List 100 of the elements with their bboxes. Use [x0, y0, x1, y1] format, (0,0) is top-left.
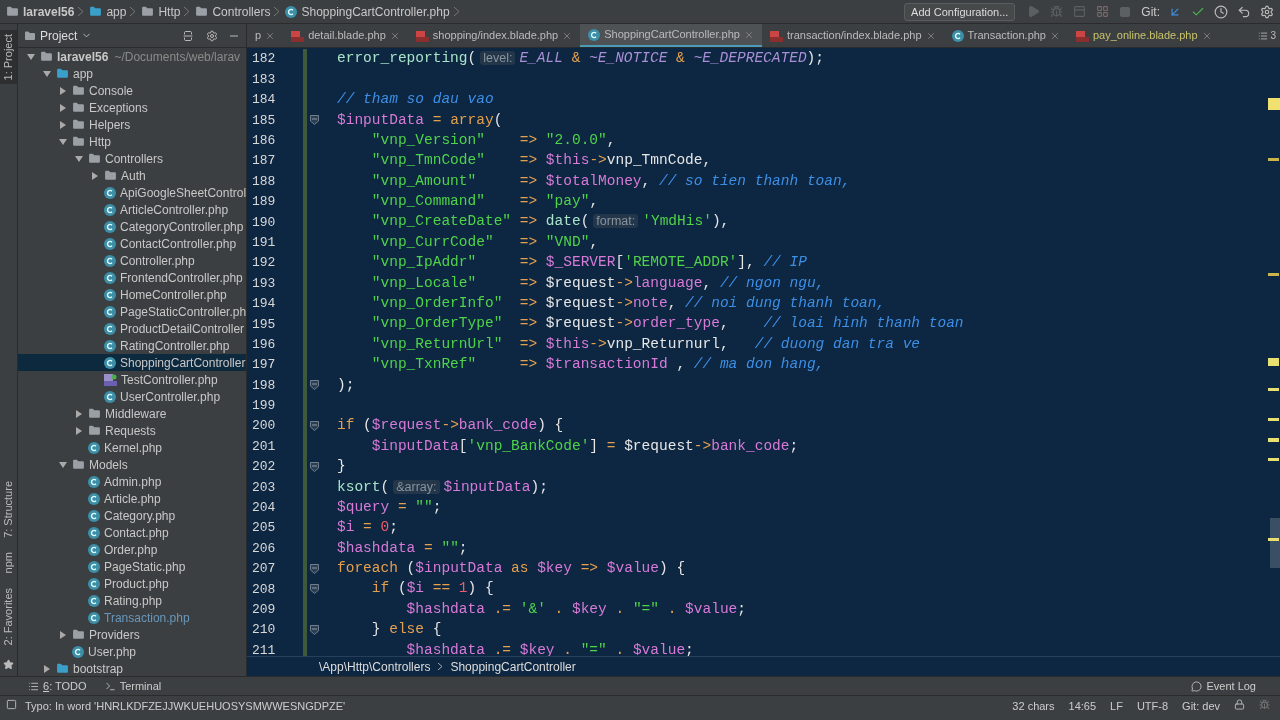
collapsed-arrow-icon[interactable]	[43, 664, 51, 673]
tree-item[interactable]: bootstrap	[18, 660, 246, 676]
fold-icon[interactable]	[310, 115, 319, 126]
fold-icon[interactable]	[310, 421, 319, 432]
tree-item[interactable]: Transaction.php	[18, 609, 246, 626]
tool-window-tab[interactable]: 7: Structure	[0, 481, 17, 539]
tree-item[interactable]: Middleware	[18, 405, 246, 422]
editor-tab[interactable]: pay_online.blade.php	[1068, 24, 1220, 47]
fold-icon[interactable]	[310, 584, 319, 595]
breadcrumb-item[interactable]: Controllers	[212, 2, 271, 21]
tree-item[interactable]: Helpers	[18, 116, 246, 133]
git-label: Git:	[1141, 3, 1160, 21]
collapse-icon[interactable]	[182, 29, 194, 42]
class-icon	[104, 322, 116, 335]
line-ending-selector[interactable]: LF	[1110, 698, 1123, 715]
close-icon[interactable]	[1050, 30, 1060, 41]
settings-icon[interactable]	[1260, 4, 1274, 19]
todo-tab[interactable]: 6: TODO	[43, 677, 87, 695]
tree-item[interactable]: Http	[18, 133, 246, 150]
fold-icon[interactable]	[310, 380, 319, 391]
code-line: "vnp_Command" => "pay",	[370, 192, 599, 212]
line-number: 198	[251, 376, 277, 395]
tree-item[interactable]: Models	[18, 456, 246, 473]
tree-item[interactable]: laravel56 ~/Documents/web/larav	[18, 48, 246, 65]
tree-item[interactable]: ContactController.php	[18, 235, 246, 252]
tree-item[interactable]: ProductDetailController	[18, 320, 246, 337]
rollback-icon[interactable]	[1237, 4, 1251, 19]
close-icon[interactable]	[265, 30, 276, 41]
tree-item[interactable]: RatingController.php	[18, 337, 246, 354]
tree-item[interactable]: Admin.php	[18, 473, 246, 490]
class-icon	[88, 475, 100, 488]
tool-window-tab[interactable]: npm	[0, 552, 17, 574]
close-icon[interactable]	[925, 30, 936, 41]
breadcrumb-item[interactable]: laravel56	[23, 2, 75, 21]
collapsed-arrow-icon[interactable]	[91, 171, 99, 180]
caret-position[interactable]: 14:65	[1068, 698, 1097, 715]
close-icon[interactable]	[743, 29, 754, 40]
close-icon[interactable]	[1201, 30, 1212, 41]
history-icon[interactable]	[1214, 4, 1228, 19]
tree-item[interactable]: ApiGoogleSheetControl	[18, 184, 246, 201]
tree-item[interactable]: FrontendController.php	[18, 269, 246, 286]
tree-item[interactable]: User.php	[18, 643, 246, 660]
add-configuration-button[interactable]: Add Configuration...	[904, 2, 1016, 21]
tree-item[interactable]: UserController.php	[18, 388, 246, 405]
tree-item[interactable]: Rating.php	[18, 592, 246, 609]
editor-tab[interactable]: shopping/index.blade.php	[407, 24, 581, 47]
tree-item[interactable]: Providers	[18, 626, 246, 643]
tree-item[interactable]: Console	[18, 82, 246, 99]
tree-item[interactable]: CategoryController.php	[18, 218, 246, 235]
tree-item[interactable]: Controller.php	[18, 252, 246, 269]
line-number: 201	[251, 437, 277, 456]
tree-item[interactable]: Article.php	[18, 490, 246, 507]
git-branch-selector[interactable]: Git: dev	[1182, 698, 1220, 715]
breadcrumb-item[interactable]: Http	[158, 2, 181, 21]
editor-tab[interactable]: ShoppingCartController.php	[580, 24, 762, 47]
tree-item[interactable]: ArticleController.php	[18, 201, 246, 218]
editor-tab[interactable]: p	[247, 24, 284, 47]
close-icon[interactable]	[389, 30, 400, 41]
terminal-tab[interactable]: Terminal	[119, 677, 162, 695]
panel-toggle-icon[interactable]	[6, 699, 17, 710]
star-icon[interactable]	[3, 659, 14, 670]
tree-item[interactable]: app	[18, 65, 246, 82]
breadcrumb-item[interactable]: app	[106, 2, 127, 21]
fold-icon[interactable]	[310, 563, 319, 574]
breadcrumb-item[interactable]: ShoppingCartController.php	[301, 2, 450, 21]
folder-icon	[88, 152, 101, 165]
event-log-tab[interactable]: Event Log	[1206, 677, 1256, 695]
close-icon[interactable]	[562, 30, 573, 41]
editor-tab[interactable]: detail.blade.php	[283, 24, 408, 47]
fold-icon[interactable]	[310, 625, 319, 636]
project-dropdown[interactable]: Project	[40, 26, 78, 45]
tree-item[interactable]: Order.php	[18, 541, 246, 558]
tree-item[interactable]: Auth	[18, 167, 246, 184]
tree-item[interactable]: Kernel.php	[18, 439, 246, 456]
tree-item[interactable]: Category.php	[18, 507, 246, 524]
breadcrumb-item[interactable]: \App\Http\Controllers	[319, 657, 431, 676]
tree-item[interactable]: TestController.php	[18, 371, 246, 388]
tab-list-icon[interactable]	[1258, 30, 1269, 41]
encoding-selector[interactable]: UTF-8	[1136, 698, 1169, 715]
fold-icon[interactable]	[310, 462, 319, 472]
lock-icon[interactable]	[1234, 699, 1245, 710]
tree-item[interactable]: Product.php	[18, 575, 246, 592]
breadcrumb-item[interactable]: ShoppingCartController	[450, 657, 576, 676]
collapsed-arrow-icon[interactable]	[59, 630, 67, 639]
code-line: $query = "";	[337, 497, 442, 517]
class-icon	[104, 305, 116, 318]
tree-item[interactable]: Contact.php	[18, 524, 246, 541]
tree-item[interactable]: Requests	[18, 422, 246, 439]
tree-item[interactable]: HomeController.php	[18, 286, 246, 303]
editor-tab[interactable]: transaction/index.blade.php	[761, 24, 944, 47]
tree-item[interactable]: ShoppingCartController	[18, 354, 246, 371]
tree-item[interactable]: Controllers	[18, 150, 246, 167]
expanded-arrow-icon[interactable]	[59, 460, 67, 469]
editor-tab[interactable]: Transaction.php	[943, 24, 1068, 47]
tree-item[interactable]: Exceptions	[18, 99, 246, 116]
settings-icon[interactable]	[206, 29, 218, 42]
tree-item[interactable]: PageStatic.php	[18, 558, 246, 575]
line-number: 200	[251, 417, 277, 436]
tree-item[interactable]: PageStaticController.ph	[18, 303, 246, 320]
tool-window-tab[interactable]: 2: Favorites	[0, 587, 17, 645]
